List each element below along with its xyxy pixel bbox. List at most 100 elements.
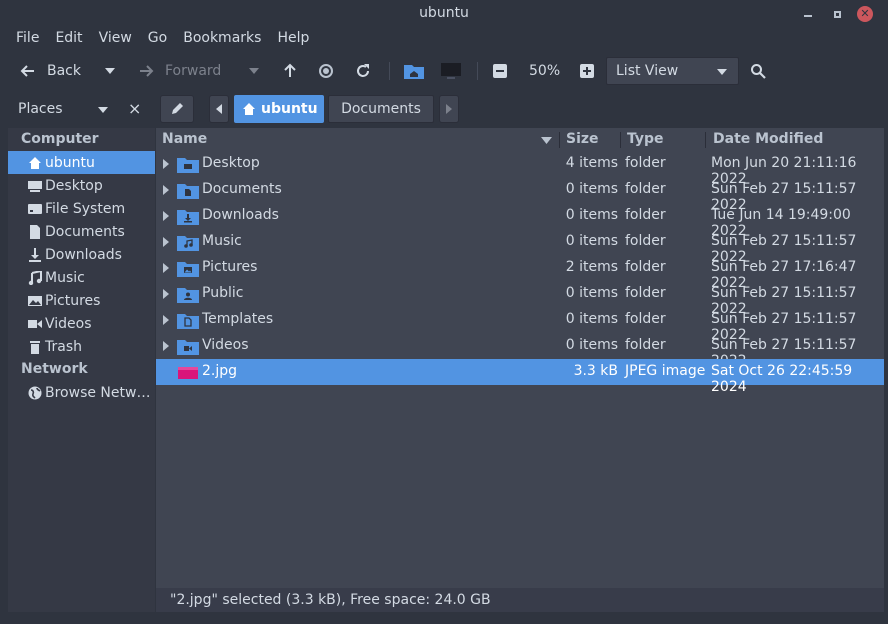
expander-icon[interactable] bbox=[163, 289, 170, 299]
places-label: Places bbox=[18, 101, 63, 117]
chevron-left-icon bbox=[216, 104, 222, 114]
file-row-desktop[interactable]: Desktop 4 items folder Mon Jun 20 21:11:… bbox=[156, 151, 884, 187]
sidebar-item-desktop[interactable]: Desktop bbox=[8, 174, 155, 197]
file-row-templates[interactable]: Templates 0 items folder Sun Feb 27 15:1… bbox=[156, 307, 884, 343]
zoom-out-button[interactable] bbox=[493, 57, 507, 85]
path-scroll-right-button[interactable] bbox=[439, 95, 459, 123]
monitor-icon bbox=[441, 63, 461, 79]
stop-icon bbox=[319, 64, 333, 78]
column-size[interactable]: Size bbox=[566, 131, 599, 147]
column-name[interactable]: Name bbox=[162, 131, 207, 147]
file-size: 0 items bbox=[565, 233, 618, 249]
maximize-icon bbox=[833, 10, 841, 18]
forward-history-dropdown[interactable] bbox=[248, 57, 260, 85]
file-size: 0 items bbox=[565, 181, 618, 197]
search-button[interactable] bbox=[750, 57, 766, 85]
arrow-up-icon bbox=[284, 63, 296, 77]
caret-down-icon[interactable] bbox=[97, 106, 109, 114]
view-mode-select[interactable]: List View bbox=[606, 57, 739, 85]
column-header: Name Size Type Date Modified bbox=[156, 128, 884, 152]
folder-templates-icon bbox=[177, 314, 199, 329]
folder-desktop-icon bbox=[177, 158, 199, 173]
minimize-button[interactable] bbox=[800, 6, 816, 22]
breadcrumb-documents[interactable]: Documents bbox=[328, 95, 434, 123]
file-name: Templates bbox=[202, 311, 274, 327]
menu-bar: File Edit View Go Bookmarks Help bbox=[0, 28, 888, 52]
path-scroll-left-button[interactable] bbox=[209, 95, 229, 123]
sort-descending-icon[interactable] bbox=[541, 137, 552, 144]
column-type[interactable]: Type bbox=[627, 131, 664, 147]
menu-view[interactable]: View bbox=[91, 28, 140, 52]
sidebar-item-trash[interactable]: Trash bbox=[8, 335, 155, 358]
music-icon bbox=[28, 270, 42, 285]
expander-icon[interactable] bbox=[163, 211, 170, 221]
file-name: Pictures bbox=[202, 259, 258, 275]
sidebar-item-music[interactable]: Music bbox=[8, 266, 155, 289]
file-size: 0 items bbox=[565, 337, 618, 353]
back-history-dropdown[interactable] bbox=[104, 57, 116, 85]
sidebar-item-browse-network[interactable]: Browse Netw… bbox=[8, 381, 155, 404]
drive-icon bbox=[28, 202, 42, 216]
expander-icon[interactable] bbox=[163, 263, 170, 273]
sidebar-item-videos[interactable]: Videos bbox=[8, 312, 155, 335]
file-row-downloads[interactable]: Downloads 0 items folder Tue Jun 14 19:4… bbox=[156, 203, 884, 239]
file-size: 0 items bbox=[565, 285, 618, 301]
expander-icon[interactable] bbox=[163, 341, 170, 351]
computer-view-button[interactable] bbox=[440, 57, 462, 85]
menu-file[interactable]: File bbox=[8, 28, 47, 52]
file-row-videos[interactable]: Videos 0 items folder Sun Feb 27 15:11:5… bbox=[156, 333, 884, 369]
picture-icon bbox=[28, 294, 42, 308]
menu-edit[interactable]: Edit bbox=[47, 28, 90, 52]
file-row-public[interactable]: Public 0 items folder Sun Feb 27 15:11:5… bbox=[156, 281, 884, 317]
back-button[interactable]: Back bbox=[20, 57, 81, 85]
file-row-pictures[interactable]: Pictures 2 items folder Sun Feb 27 17:16… bbox=[156, 255, 884, 291]
location-bar: Places × ubuntu Documents bbox=[0, 92, 888, 126]
breadcrumb-home-label: ubuntu bbox=[261, 101, 318, 117]
file-date: Sat Oct 26 22:45:59 2024 bbox=[711, 363, 853, 395]
sidebar-item-downloads[interactable]: Downloads bbox=[8, 243, 155, 266]
file-type: folder bbox=[625, 285, 666, 301]
file-size: 0 items bbox=[565, 207, 618, 223]
edit-location-button[interactable] bbox=[160, 95, 194, 123]
folder-music-icon bbox=[177, 236, 199, 251]
sidebar-item-file-system[interactable]: File System bbox=[8, 197, 155, 220]
sidebar-item-label: Music bbox=[45, 269, 85, 286]
sidebar-item-documents[interactable]: Documents bbox=[8, 220, 155, 243]
sidebar-item-ubuntu[interactable]: ubuntu bbox=[8, 151, 155, 174]
home-icon bbox=[28, 156, 42, 170]
column-date-modified[interactable]: Date Modified bbox=[713, 131, 823, 147]
menu-bookmarks[interactable]: Bookmarks bbox=[175, 28, 269, 52]
expander-icon[interactable] bbox=[163, 315, 170, 325]
file-row-2jpg[interactable]: 2.jpg 3.3 kB JPEG image Sat Oct 26 22:45… bbox=[156, 359, 884, 395]
file-list-view: Name Size Type Date Modified Desktop 4 i… bbox=[156, 128, 884, 612]
pencil-icon bbox=[172, 103, 183, 114]
file-row-music[interactable]: Music 0 items folder Sun Feb 27 15:11:57… bbox=[156, 229, 884, 265]
maximize-button[interactable] bbox=[829, 6, 845, 22]
up-button[interactable] bbox=[282, 57, 298, 85]
file-row-documents[interactable]: Documents 0 items folder Sun Feb 27 15:1… bbox=[156, 177, 884, 213]
sidebar-item-label: ubuntu bbox=[45, 154, 95, 171]
menu-go[interactable]: Go bbox=[140, 28, 175, 52]
expander-icon[interactable] bbox=[163, 185, 170, 195]
expander-icon[interactable] bbox=[163, 159, 170, 169]
close-window-button[interactable]: ✕ bbox=[857, 6, 873, 22]
menu-help[interactable]: Help bbox=[269, 28, 317, 52]
zoom-in-button[interactable] bbox=[580, 57, 594, 85]
video-icon bbox=[28, 317, 42, 331]
close-sidebar-icon[interactable]: × bbox=[128, 99, 141, 118]
forward-button[interactable]: Forward bbox=[138, 57, 221, 85]
caret-down-icon bbox=[105, 68, 115, 74]
sidebar-item-pictures[interactable]: Pictures bbox=[8, 289, 155, 312]
places-header: Places × bbox=[8, 94, 154, 124]
sidebar-item-label: File System bbox=[45, 200, 126, 217]
reload-button[interactable] bbox=[355, 57, 371, 85]
stop-button[interactable] bbox=[318, 57, 334, 85]
home-view-button[interactable] bbox=[403, 57, 425, 85]
toolbar: Back Forward 50% List View bbox=[0, 54, 888, 88]
expander-icon[interactable] bbox=[163, 237, 170, 247]
folder-public-icon bbox=[177, 288, 199, 303]
column-divider bbox=[705, 132, 706, 148]
breadcrumb-home[interactable]: ubuntu bbox=[234, 95, 324, 123]
sidebar-item-label: Downloads bbox=[45, 246, 122, 263]
file-type: folder bbox=[625, 233, 666, 249]
